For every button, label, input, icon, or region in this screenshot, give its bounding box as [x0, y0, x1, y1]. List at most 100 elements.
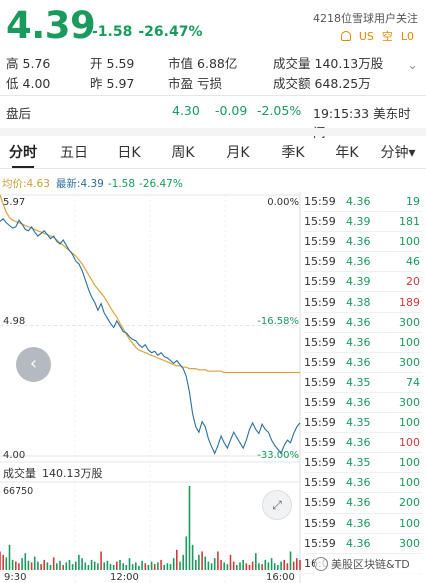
fullscreen-icon[interactable]: ⤢	[262, 490, 292, 520]
ticker-price: 4.39	[346, 275, 371, 289]
ticker-time: 15:59	[304, 315, 336, 329]
ticker-time: 15:59	[304, 235, 336, 249]
volume-bar	[144, 563, 147, 570]
volume-bar	[277, 565, 279, 570]
volume-bar	[106, 560, 109, 570]
ticker-price: 4.36	[346, 335, 371, 349]
trade-ticker: 15:59 4.36 19 15:59 4.39 181 15:59 4.36 100 15:59…	[304, 192, 422, 574]
volume-bar	[198, 554, 200, 570]
ticker-qty: 200	[399, 496, 420, 510]
ticker-row: 15:59 4.36 300	[304, 534, 422, 554]
volume-bar	[179, 561, 181, 570]
volume-bar	[296, 558, 298, 570]
volume-bar	[299, 559, 301, 570]
volume-bar	[229, 554, 232, 570]
ticker-qty: 100	[399, 436, 420, 450]
ticker-qty: 300	[399, 536, 420, 550]
volume-bar	[40, 564, 42, 570]
volume-bar	[33, 556, 36, 570]
volume-bar	[188, 486, 191, 570]
volume-bar	[264, 559, 267, 570]
volume-bar	[204, 556, 207, 570]
ticker-qty: 181	[399, 215, 420, 229]
volume-legend-label: 成交量	[3, 467, 36, 480]
ticker-qty: 300	[399, 395, 420, 409]
volume-bar	[245, 563, 248, 570]
ticker-time: 15:59	[304, 496, 336, 510]
time-end-label: 16:00	[266, 572, 295, 583]
ticker-row: 15:59 4.36 46	[304, 252, 422, 273]
volume-bar	[56, 563, 58, 570]
volume-bar	[81, 558, 83, 570]
ticker-price: 4.39	[346, 215, 371, 229]
volume-bar	[131, 564, 134, 570]
volume-bar	[270, 558, 273, 570]
ticker-price: 4.36	[346, 235, 371, 249]
volume-bar	[213, 558, 216, 570]
ticker-time: 15:59	[304, 355, 336, 369]
volume-bar	[280, 561, 282, 570]
volume-bar	[116, 561, 118, 570]
volume-bar	[62, 565, 64, 570]
ticker-time: 15:59	[304, 516, 336, 530]
volume-bar	[8, 544, 11, 570]
volume-bar	[258, 563, 260, 570]
ticker-time: 15:59	[304, 416, 336, 430]
ticker-row: 15:59 4.36 300	[304, 393, 422, 414]
ticker-price: 4.36	[346, 255, 371, 269]
volume-bar	[239, 562, 241, 570]
ticker-time: 15:59	[304, 255, 336, 269]
ticker-time: 15:59	[304, 275, 336, 289]
ticker-qty: 20	[406, 275, 420, 289]
volume-bar	[30, 562, 33, 570]
ticker-qty: 100	[399, 235, 420, 249]
volume-bar	[52, 557, 55, 570]
ticker-time: 15:59	[304, 476, 336, 490]
volume-bar	[119, 559, 121, 570]
volume-bar	[141, 560, 143, 570]
ticker-row: 15:59 4.36 300	[304, 353, 422, 373]
volume-bar	[18, 563, 20, 570]
volume-bar	[59, 560, 61, 570]
ticker-time: 15:59	[304, 215, 336, 229]
volume-bar	[172, 558, 175, 570]
volume-bar	[5, 557, 8, 570]
ticker-row: 15:59 4.36 100	[304, 433, 422, 454]
ticker-qty: 19	[406, 195, 420, 209]
chevron-left-icon[interactable]: ‹	[16, 347, 51, 382]
ticker-price: 4.38	[346, 295, 371, 309]
volume-bar	[2, 554, 4, 570]
volume-bar	[283, 559, 285, 570]
ticker-row: 15:59 4.39 181	[304, 212, 422, 233]
chart-grid	[0, 192, 301, 583]
volume-bar	[255, 553, 257, 570]
volume-bar	[289, 551, 292, 570]
ticker-price: 4.35	[346, 456, 371, 470]
volume-bar	[242, 559, 244, 570]
ticker-qty: 100	[399, 476, 420, 490]
ticker-qty: 100	[399, 416, 420, 430]
volume-legend-value: 140.13万股	[42, 467, 103, 480]
time-start-label: 9:30	[4, 572, 27, 583]
volume-bar	[220, 559, 222, 570]
ticker-row: 15:59 4.35 100	[304, 413, 422, 434]
ticker-price: 4.36	[346, 436, 371, 450]
ticker-row: 15:59 4.35 74	[304, 373, 422, 393]
volume-bar	[135, 562, 137, 570]
volume-bar	[217, 551, 219, 570]
volume-bar	[226, 564, 229, 570]
ticker-time: 15:59	[304, 456, 336, 470]
volume-bar	[210, 563, 213, 570]
volume-bar	[122, 563, 124, 570]
volume-bar	[182, 554, 184, 570]
ticker-price: 4.35	[346, 416, 371, 430]
volume-bar	[68, 559, 71, 570]
stock-quote-screen: { "quote": { "price": "4.39", "change": …	[0, 0, 426, 583]
volume-bar	[27, 560, 30, 570]
ticker-time: 15:59	[304, 295, 336, 309]
volume-bar	[109, 564, 112, 570]
volume-bar	[195, 559, 197, 570]
volume-bar	[169, 564, 172, 570]
volume-bar	[49, 565, 52, 570]
ticker-price: 4.36	[346, 315, 371, 329]
